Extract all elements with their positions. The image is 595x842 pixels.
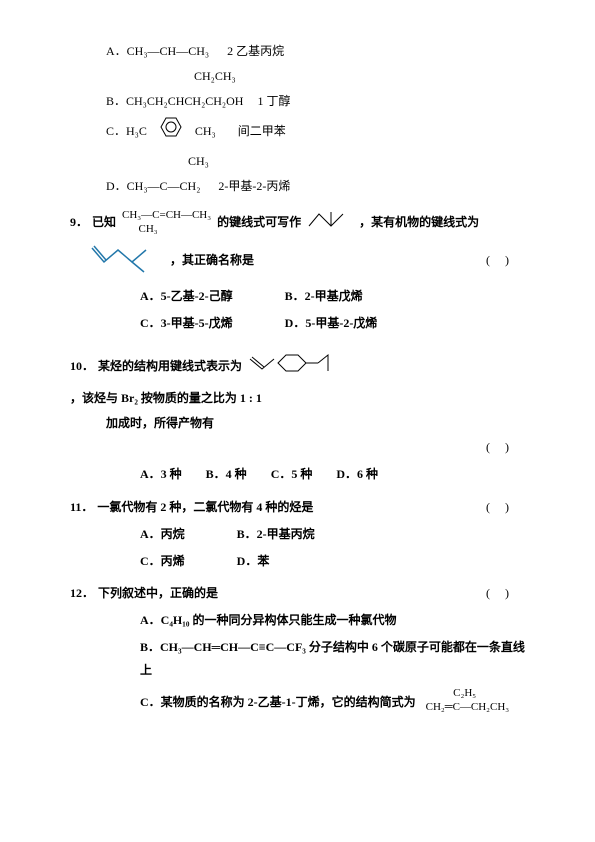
q11-options-row1: A．丙烷 B．2-甲基丙烷 bbox=[70, 523, 525, 546]
skeletal-formula-1-icon bbox=[307, 208, 353, 238]
top-substituent: CH₂CH₃ bbox=[194, 65, 236, 88]
q8-option-d: CH₃ D． CH₃—C—CH₂ 2-甲基-2-丙烯 bbox=[70, 150, 525, 198]
option-b: B．2-甲基丙烷 bbox=[237, 523, 315, 546]
option-prefix: A． bbox=[106, 40, 127, 63]
option-d: D．苯 bbox=[237, 550, 270, 573]
q11-stem: 11． 一氯代物有 2 种，二氯代物有 4 种的烃是 ( ) bbox=[70, 496, 525, 519]
q12-stem: 12． 下列叙述中，正确的是 ( ) bbox=[70, 582, 525, 605]
top-substituent: CH₃ bbox=[188, 150, 209, 173]
compound-name: 1 丁醇 bbox=[257, 90, 290, 113]
option-b: B．2-甲基戊烯 bbox=[285, 285, 363, 308]
option-prefix: C． bbox=[106, 120, 126, 143]
lead-text: 某烃的结构用键线式表示为 bbox=[98, 355, 242, 378]
q8-option-a: A． CH₃—CH—CH₃ 2 乙基丙烷 bbox=[70, 40, 525, 63]
answer-paren: ( ) bbox=[486, 436, 525, 459]
option-prefix: B． bbox=[106, 90, 126, 113]
compound-name: 2 乙基丙烷 bbox=[227, 40, 284, 63]
q9-stem-line1: 9． 已知 CH₃—C=CH—CH₃ CH₃ 的键线式可写作 ，某有机物的键线式… bbox=[70, 208, 525, 238]
option-d: D．6 种 bbox=[336, 463, 378, 486]
structure-formula: CH₃—C=CH—CH₃ CH₃ bbox=[122, 209, 211, 235]
option-a: A．3 种 bbox=[140, 463, 182, 486]
q12-option-b: B．CH₃—CH═CH—C≡C—CF₃ 分子结构中 6 个碳原子可能都在一条直线… bbox=[70, 636, 525, 682]
mid-text-1: 的键线式可写作 bbox=[217, 211, 301, 234]
formula: CH₃—C—CH₂ bbox=[127, 175, 201, 198]
compound-name: 间二甲苯 bbox=[238, 120, 286, 143]
right-group: CH₃ bbox=[195, 120, 216, 143]
mid-text: ，该烃与 Br₂ 按物质的量之比为 1 : 1 bbox=[70, 387, 262, 410]
option-c: C．5 种 bbox=[271, 463, 313, 486]
answer-paren: ( ) bbox=[486, 582, 525, 605]
q8-option-c: C． H₃C CH₃ 间二甲苯 bbox=[70, 114, 525, 148]
answer-paren: ( ) bbox=[486, 249, 525, 272]
option-c: C．3-甲基-5-戊烯 bbox=[140, 312, 233, 335]
q10-stem-line1: 10． 某烃的结构用键线式表示为 ，该烃与 Br₂ 按物质的量之比为 1 : 1 bbox=[70, 347, 525, 410]
option-prefix: D． bbox=[106, 175, 127, 198]
benzene-ring-icon bbox=[151, 114, 191, 148]
q12-option-c: C．某物质的名称为 2-乙基-1-丁烯，它的结构简式为 C₂H₅ CH₂═C—C… bbox=[70, 686, 525, 715]
q12-option-a: A．C₄H₁₀ 的一种同分异构体只能生成一种氯代物 bbox=[70, 609, 525, 632]
stem-text: 一氯代物有 2 种，二氯代物有 4 种的烃是 bbox=[97, 496, 313, 519]
answer-paren: ( ) bbox=[486, 496, 525, 519]
tail-text: ，其正确名称是 bbox=[170, 249, 254, 272]
left-group: H₃C bbox=[126, 120, 147, 143]
q10-paren-row: ( ) bbox=[70, 436, 525, 459]
skeletal-formula-ring-icon bbox=[248, 347, 344, 387]
q10-options: A．3 种 B．4 种 C．5 种 D．6 种 bbox=[70, 463, 525, 486]
q9-stem-line2: ，其正确名称是 ( ) bbox=[70, 240, 525, 282]
question-number: 11． bbox=[70, 496, 93, 519]
question-number: 12． bbox=[70, 582, 94, 605]
option-d: D．5-甲基-2-戊烯 bbox=[285, 312, 378, 335]
q11-options-row2: C．丙烯 D．苯 bbox=[70, 550, 525, 573]
structure-formula-c: C₂H₅ CH₂═C—CH₂CH₃ bbox=[426, 686, 509, 715]
question-number: 10． bbox=[70, 355, 94, 378]
q9-options-row2: C．3-甲基-5-戊烯 D．5-甲基-2-戊烯 bbox=[70, 312, 525, 335]
lead-text: 已知 bbox=[92, 211, 116, 234]
q9-options-row1: A．5-乙基-2-己醇 B．2-甲基戊烯 bbox=[70, 285, 525, 308]
option-a: A．5-乙基-2-己醇 bbox=[140, 285, 233, 308]
formula: CH₃CH₂CHCH₂CH₂OH bbox=[126, 90, 243, 113]
skeletal-formula-2-icon bbox=[90, 240, 170, 282]
q8-option-b: CH₂CH₃ B． CH₃CH₂CHCH₂CH₂OH 1 丁醇 bbox=[70, 65, 525, 113]
option-b: B．4 种 bbox=[206, 463, 247, 486]
compound-name: 2-甲基-2-丙烯 bbox=[218, 175, 290, 198]
q10-stem-line2: 加成时，所得产物有 bbox=[70, 412, 525, 435]
option-a: A．丙烷 bbox=[140, 523, 185, 546]
formula: CH₃—CH—CH₃ bbox=[127, 40, 209, 63]
mid-text-2: ，某有机物的键线式为 bbox=[359, 211, 479, 234]
stem-text: 下列叙述中，正确的是 bbox=[98, 582, 218, 605]
question-number: 9． bbox=[70, 211, 88, 234]
option-c-text: C．某物质的名称为 2-乙基-1-丁烯，它的结构简式为 bbox=[140, 691, 416, 714]
line2-text: 加成时，所得产物有 bbox=[106, 412, 214, 435]
option-c: C．丙烯 bbox=[140, 550, 185, 573]
